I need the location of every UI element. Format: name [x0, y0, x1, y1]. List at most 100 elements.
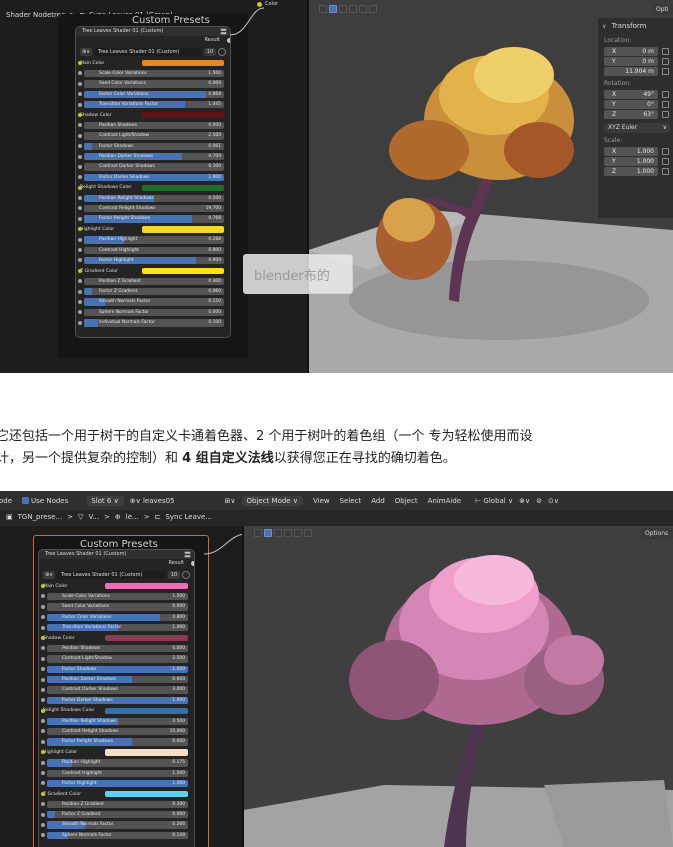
color-input-row[interactable]: Shadow Color [76, 110, 230, 120]
value-socket[interactable] [78, 175, 82, 180]
color-socket[interactable] [78, 185, 82, 190]
select-box-icon[interactable] [329, 5, 337, 13]
color-input-row[interactable]: Relight Shadows Color [39, 706, 194, 716]
value-input-row[interactable]: Position Highlight 0.175 [39, 758, 194, 768]
result-socket[interactable] [191, 561, 194, 566]
select-extend-icon[interactable] [274, 529, 282, 537]
color-swatch[interactable] [105, 749, 188, 756]
value-slider[interactable]: Contrast Light/Shadow 2.500 [47, 655, 188, 663]
slot-select[interactable]: Slot 6 ∨ [86, 495, 124, 506]
value-socket[interactable] [41, 822, 45, 827]
value-socket[interactable] [41, 771, 45, 776]
value-input-row[interactable]: Contrast Darker Shadows 6.300 [76, 162, 230, 172]
value-slider[interactable]: Position Highlight 0.288 [84, 236, 224, 244]
color-input-row[interactable]: Highlight Color [76, 224, 230, 234]
value-slider[interactable]: Smooth Normals Factor 0.150 [84, 298, 224, 306]
rotation-field[interactable]: X 49° [604, 90, 658, 99]
color-swatch[interactable] [142, 111, 224, 119]
value-input-row[interactable]: Contrast Light/Shadow 2.500 [76, 131, 230, 141]
value-slider[interactable]: Factor Relight Shadows 0.768 [84, 215, 224, 223]
value-slider[interactable]: Sphere Normals Factor 0.000 [84, 308, 224, 317]
menu-animaide[interactable]: AnimAide [428, 497, 461, 505]
node-header-2[interactable]: Tree Leaves Shader 01 (Custom) [39, 550, 194, 559]
select-subtract-icon[interactable] [284, 529, 292, 537]
color-swatch[interactable] [142, 60, 224, 67]
breadcrumb-2-item-3[interactable]: Sync Leave... [165, 513, 212, 521]
value-input-row[interactable]: Factor Relight Shadows 0.768 [76, 214, 230, 224]
value-socket[interactable] [78, 154, 82, 159]
value-input-row[interactable]: Transition Variations Factor 1.000 [39, 623, 194, 633]
value-socket[interactable] [78, 71, 82, 76]
value-socket[interactable] [78, 206, 82, 211]
value-input-row[interactable]: Position Darker Shadows 0.700 [76, 152, 230, 162]
node-header-1[interactable]: Tree Leaves Shader 01 (Custom) [76, 27, 230, 36]
value-input-row[interactable]: Contrast Relight Shadows 19.700 [76, 203, 230, 213]
value-input-row[interactable]: Scale Color Variations 1.500 [39, 591, 194, 601]
value-socket[interactable] [78, 216, 82, 221]
value-socket[interactable] [41, 698, 45, 703]
lock-icon[interactable] [662, 58, 669, 65]
select-invert-icon[interactable] [359, 5, 367, 13]
scale-field[interactable]: Y 1.000 [604, 157, 658, 166]
shader-group-icon[interactable]: ⊕∨ [80, 47, 92, 56]
value-slider[interactable]: Sphere Normals Factor 0.148 [47, 831, 188, 840]
value-socket[interactable] [41, 833, 45, 838]
value-slider[interactable]: Factor Z Gradient 0.060 [84, 288, 224, 296]
color-input-row[interactable]: Relight Shadows Color [76, 183, 230, 193]
lock-icon[interactable] [662, 111, 669, 118]
value-socket[interactable] [41, 677, 45, 682]
location-field[interactable]: X 0 m [604, 47, 658, 56]
value-socket[interactable] [41, 656, 45, 661]
color-socket[interactable] [78, 112, 82, 117]
material-select[interactable]: ⊕∨ leaves05 [130, 497, 175, 505]
value-slider[interactable]: Seed Color Variations 0.000 [47, 603, 188, 611]
value-input-row[interactable]: Position Z Gradient 0.300 [39, 799, 194, 809]
node-group-name[interactable]: Tree Leaves Shader 01 (Custom) [94, 47, 202, 56]
value-socket[interactable] [78, 237, 82, 242]
breadcrumb-2-item-0[interactable]: TGN_prese... [18, 513, 63, 521]
value-slider[interactable]: Contrast Relight Shadows 15.000 [47, 727, 188, 736]
value-socket[interactable] [41, 739, 45, 744]
value-slider[interactable]: Position Darker Shadows 0.700 [84, 153, 224, 161]
value-socket[interactable] [41, 615, 45, 620]
value-slider[interactable]: Position Darker Shadows 0.600 [47, 676, 188, 684]
color-swatch[interactable] [142, 184, 224, 192]
value-input-row[interactable]: Factor Darker Shadows 1.000 [76, 172, 230, 182]
value-socket[interactable] [78, 299, 82, 304]
color-input-row[interactable]: Main Color [76, 58, 230, 68]
lock-icon[interactable] [662, 158, 669, 165]
value-slider[interactable]: Transition Variations Factor 1.000 [47, 624, 188, 632]
color-input-row[interactable]: Highlight Color [39, 747, 194, 757]
lock-icon[interactable] [662, 168, 669, 175]
lock-icon[interactable] [662, 68, 669, 75]
color-swatch[interactable] [105, 634, 188, 642]
value-socket[interactable] [78, 279, 82, 284]
value-socket[interactable] [41, 646, 45, 651]
value-slider[interactable]: Contrast Highlight 0.800 [84, 246, 224, 254]
value-input-row[interactable]: Seed Color Variations 0.000 [76, 79, 230, 89]
value-slider[interactable]: Seed Color Variations 0.000 [84, 80, 224, 88]
color-swatch[interactable] [142, 267, 224, 275]
menu-object[interactable]: Object [395, 497, 418, 505]
value-socket[interactable] [41, 604, 45, 609]
color-socket[interactable] [41, 635, 45, 640]
value-slider[interactable]: Factor Highlight 0.800 [84, 256, 224, 265]
snap-icon[interactable]: ⊘ [536, 497, 542, 505]
breadcrumb-2-item-2[interactable]: le... [126, 513, 139, 521]
value-slider[interactable]: Factor Shadows 1.000 [47, 665, 188, 674]
editor-type-3d-icon[interactable]: ⊞∨ [225, 497, 236, 505]
value-input-row[interactable]: Sphere Normals Factor 0.148 [39, 830, 194, 840]
value-input-row[interactable]: Smooth Normals Factor 0.150 [76, 297, 230, 307]
value-input-row[interactable]: Position Highlight 0.288 [76, 235, 230, 245]
value-slider[interactable]: Position Z Gradient 0.300 [84, 277, 224, 286]
value-socket[interactable] [41, 812, 45, 817]
value-slider[interactable]: Smooth Normals Factor 0.266 [47, 821, 188, 829]
node-group-name[interactable]: Tree Leaves Shader 01 (Custom) [57, 570, 166, 579]
rotation-mode-select[interactable]: XYZ Euler ∨ [604, 123, 670, 133]
value-slider[interactable]: Contrast Light/Shadow 2.500 [84, 132, 224, 140]
rotation-field[interactable]: Z 63° [604, 110, 658, 119]
location-field[interactable]: Y 0 m [604, 57, 658, 66]
location-field[interactable]: 11.904 m [604, 67, 658, 76]
use-nodes-toggle[interactable]: Use Nodes [22, 496, 68, 505]
fake-user-icon[interactable] [218, 47, 226, 56]
